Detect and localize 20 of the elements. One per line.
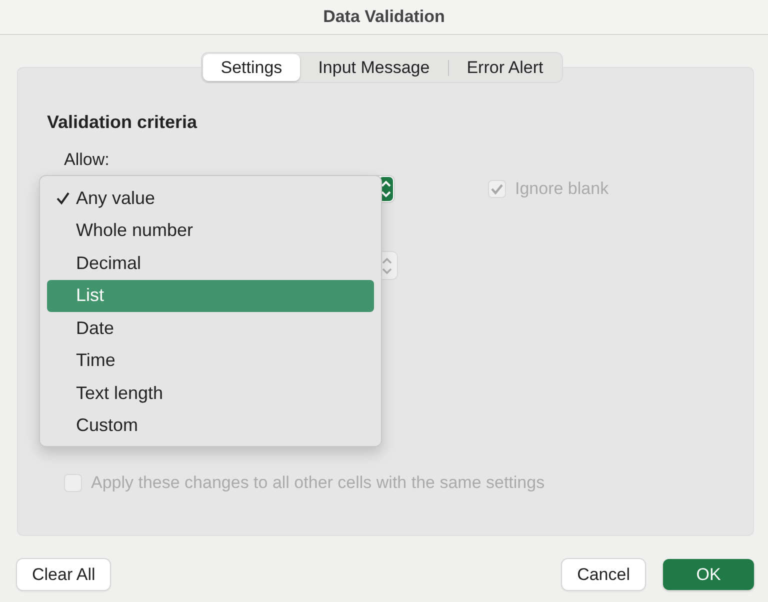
menu-item[interactable]: Whole number xyxy=(47,214,374,247)
tab[interactable]: Settings xyxy=(202,54,300,81)
section-title: Validation criteria xyxy=(47,111,198,133)
menu-item[interactable]: Text length xyxy=(47,377,374,410)
menu-item[interactable]: Custom xyxy=(47,410,374,442)
window-title: Data Validation xyxy=(323,7,445,27)
ignore-blank-label: Ignore blank xyxy=(515,179,609,199)
allow-label: Allow: xyxy=(64,150,110,170)
apply-all-label: Apply these changes to all other cells with the same settings xyxy=(91,473,545,493)
menu-item[interactable]: List xyxy=(47,280,374,312)
dialog-button[interactable]: Clear All xyxy=(17,559,110,590)
ok-button[interactable]: OK xyxy=(663,559,754,590)
tab[interactable]: Input Message xyxy=(300,54,448,81)
dialog-button[interactable]: Cancel xyxy=(562,559,645,590)
tab[interactable]: Error Alert xyxy=(448,54,562,81)
checkmark-icon xyxy=(56,191,70,206)
menu-item[interactable]: Time xyxy=(47,344,374,377)
menu-item[interactable]: Decimal xyxy=(47,247,374,280)
menu-item[interactable]: Date xyxy=(47,312,374,344)
menu-item[interactable]: Any value xyxy=(47,182,374,214)
